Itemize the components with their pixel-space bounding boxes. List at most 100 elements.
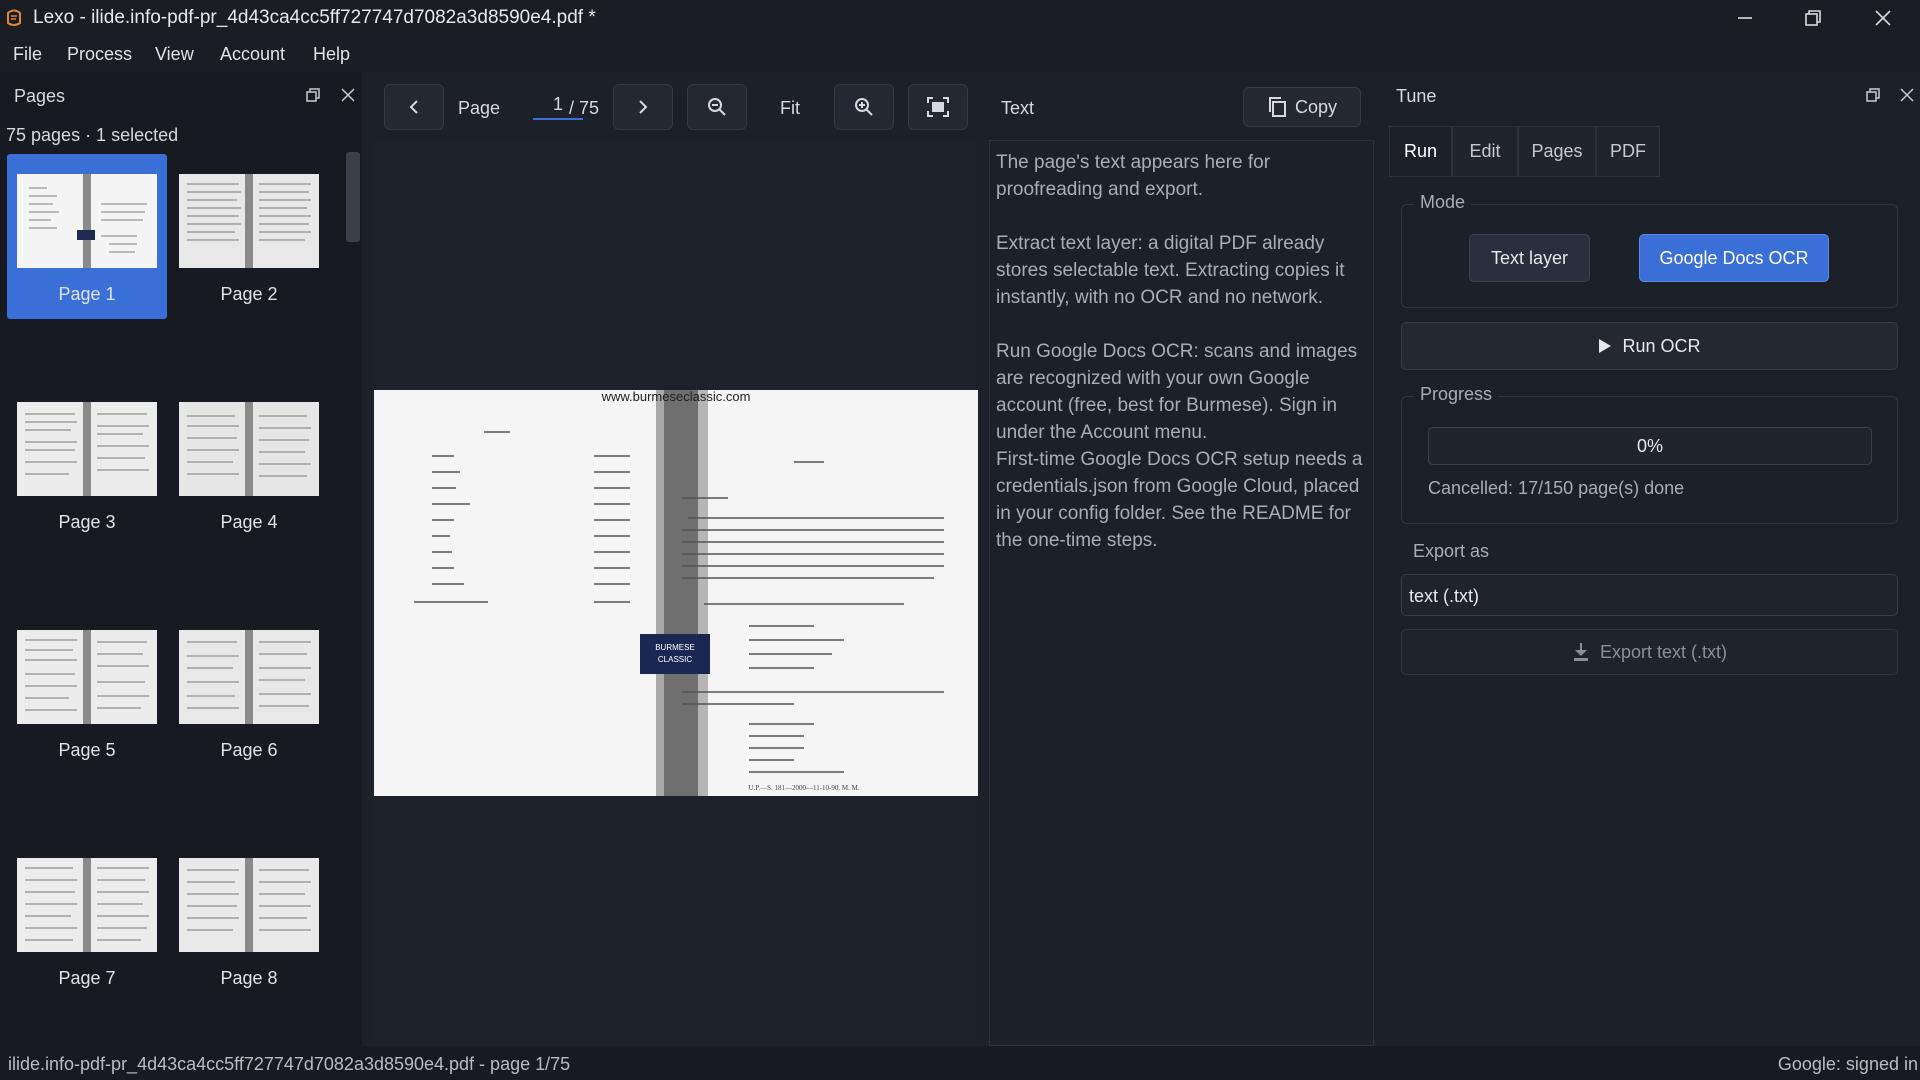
page-header-url: www.burmeseclassic.com: [601, 390, 751, 404]
progress-value: 0%: [1636, 435, 1663, 456]
menu-process[interactable]: Process: [67, 44, 132, 65]
menu-account[interactable]: Account: [220, 44, 285, 65]
menu-file[interactable]: File: [13, 44, 42, 65]
export-text-button[interactable]: Export text (.txt): [1401, 629, 1898, 675]
tab-pages[interactable]: Pages: [1518, 126, 1596, 177]
page-label: Page: [458, 98, 501, 118]
status-google-signin: Google: signed in: [1777, 1054, 1918, 1074]
page-thumbnail-label: Page 4: [220, 512, 278, 532]
fit-page-button[interactable]: [908, 84, 968, 130]
pages-panel: Pages 75 pages · 1 selected Page 1 Page …: [0, 72, 362, 1046]
next-page-button[interactable]: [613, 84, 673, 130]
mode-label: Mode: [1414, 192, 1472, 213]
total-pages: / 75: [569, 98, 600, 118]
pages-summary: 75 pages · 1 selected: [6, 125, 179, 145]
float-icon: [1866, 88, 1880, 102]
menu-view[interactable]: View: [155, 44, 194, 65]
page-5-preview: [17, 630, 157, 724]
text-output-area[interactable]: The page's text appears here for proofre…: [989, 140, 1374, 1046]
page-1-preview: [17, 174, 157, 268]
page-thumbnail-label: Page 5: [58, 740, 116, 760]
close-window-button[interactable]: [1848, 0, 1918, 36]
status-file-info: ilide.info-pdf-pr_4d43ca4cc5ff727747d708…: [8, 1054, 571, 1074]
minimize-icon: [1738, 17, 1752, 19]
tab-edit[interactable]: Edit: [1452, 126, 1518, 177]
chevron-left-icon: [409, 100, 418, 114]
run-ocr-label: Run OCR: [1622, 335, 1701, 356]
page-thumbnail[interactable]: Page 5: [7, 610, 167, 775]
page-thumbnail-label: Page 8: [220, 968, 278, 988]
pages-panel-title: Pages: [14, 86, 66, 106]
zoom-in-icon: [855, 98, 873, 116]
zoom-in-button[interactable]: [834, 84, 894, 130]
pdf-page-canvas[interactable]: BURMESE CLASSIC www.burmeseclassic.com U…: [374, 390, 978, 796]
text-paragraph: Run Google Docs OCR: scans and images ar…: [996, 341, 1358, 443]
page-thumbnail-label: Page 7: [58, 968, 116, 988]
play-icon: [1599, 339, 1612, 353]
page-6-preview: [179, 630, 319, 724]
progress-bar: 0%: [1428, 427, 1872, 465]
text-paragraph: The page's text appears here for proofre…: [996, 152, 1271, 200]
float-panel-button[interactable]: [1866, 86, 1880, 107]
page-logo-text: CLASSIC: [658, 655, 692, 664]
page-8-preview: [179, 858, 319, 952]
float-panel-button[interactable]: [306, 86, 320, 107]
copy-button[interactable]: Copy: [1243, 87, 1361, 127]
run-ocr-button[interactable]: Run OCR: [1401, 322, 1898, 370]
text-paragraph: First-time Google Docs OCR setup needs a…: [996, 449, 1363, 551]
copy-button-label: Copy: [1294, 96, 1338, 117]
export-button-label: Export text (.txt): [1599, 641, 1728, 662]
close-icon: [1900, 88, 1914, 102]
app-logo-icon: [7, 9, 21, 26]
window-title: Lexo - ilide.info-pdf-pr_4d43ca4cc5ff727…: [33, 7, 596, 28]
page-thumbnail-label: Page 2: [220, 284, 278, 304]
progress-status: Cancelled: 17/150 page(s) done: [1428, 478, 1685, 498]
page-thumbnail[interactable]: Page 3: [7, 382, 167, 547]
page-thumbnail[interactable]: Page 6: [169, 610, 329, 775]
close-icon: [1875, 10, 1891, 26]
page-thumbnail-label: Page 1: [58, 284, 116, 304]
google-docs-ocr-button[interactable]: Google Docs OCR: [1639, 234, 1829, 282]
page-thumbnail[interactable]: Page 8: [169, 838, 329, 1003]
zoom-out-button[interactable]: [687, 84, 747, 130]
chevron-right-icon: [639, 100, 648, 114]
zoom-out-icon: [708, 98, 726, 116]
page-2-preview: [179, 174, 319, 268]
title-bar: Lexo - ilide.info-pdf-pr_4d43ca4cc5ff727…: [0, 0, 1920, 36]
page-thumbnail[interactable]: Page 1: [7, 154, 167, 319]
minimize-button[interactable]: [1710, 0, 1780, 36]
page-thumbnail[interactable]: Page 7: [7, 838, 167, 1003]
restore-icon: [1805, 10, 1821, 26]
menu-bar: File Process View Account Help: [0, 36, 1920, 72]
pages-scrollbar[interactable]: [346, 152, 360, 242]
text-paragraph: Extract text layer: a digital PDF alread…: [996, 233, 1345, 308]
page-4-preview: [179, 402, 319, 496]
close-panel-button[interactable]: [341, 86, 355, 107]
fit-button[interactable]: Fit: [780, 98, 800, 119]
scanned-page-image: BURMESE CLASSIC www.burmeseclassic.com U…: [374, 390, 978, 796]
restore-button[interactable]: [1778, 0, 1848, 36]
page-7-preview: [17, 858, 157, 952]
menu-help[interactable]: Help: [313, 44, 350, 65]
page-thumbnail-label: Page 6: [220, 740, 278, 760]
fit-screen-icon: [927, 97, 949, 117]
copy-icon: [1268, 97, 1286, 117]
page-thumbnail-label: Page 3: [58, 512, 116, 532]
page-thumbnail[interactable]: Page 2: [169, 154, 329, 319]
tab-pdf[interactable]: PDF: [1596, 126, 1660, 177]
text-layer-button[interactable]: Text layer: [1469, 234, 1590, 282]
status-bar: ilide.info-pdf-pr_4d43ca4cc5ff727747d708…: [0, 1046, 1920, 1080]
export-format-select[interactable]: text (.txt): [1401, 574, 1898, 616]
page-footer-text: U.P.—S. 181—2000—11-10-90. M. M.: [748, 784, 859, 792]
page-thumbnail[interactable]: Page 4: [169, 382, 329, 547]
text-panel: Text Copy The page's text appears here f…: [989, 72, 1374, 1046]
tune-panel-title: Tune: [1396, 86, 1437, 106]
progress-label: Progress: [1414, 384, 1499, 405]
tab-run[interactable]: Run: [1389, 126, 1452, 177]
close-panel-button[interactable]: [1900, 86, 1914, 107]
close-icon: [341, 88, 355, 102]
text-panel-title: Text: [1001, 98, 1035, 118]
page-3-preview: [17, 402, 157, 496]
previous-page-button[interactable]: [384, 84, 444, 130]
page-logo-text: BURMESE: [655, 643, 695, 652]
